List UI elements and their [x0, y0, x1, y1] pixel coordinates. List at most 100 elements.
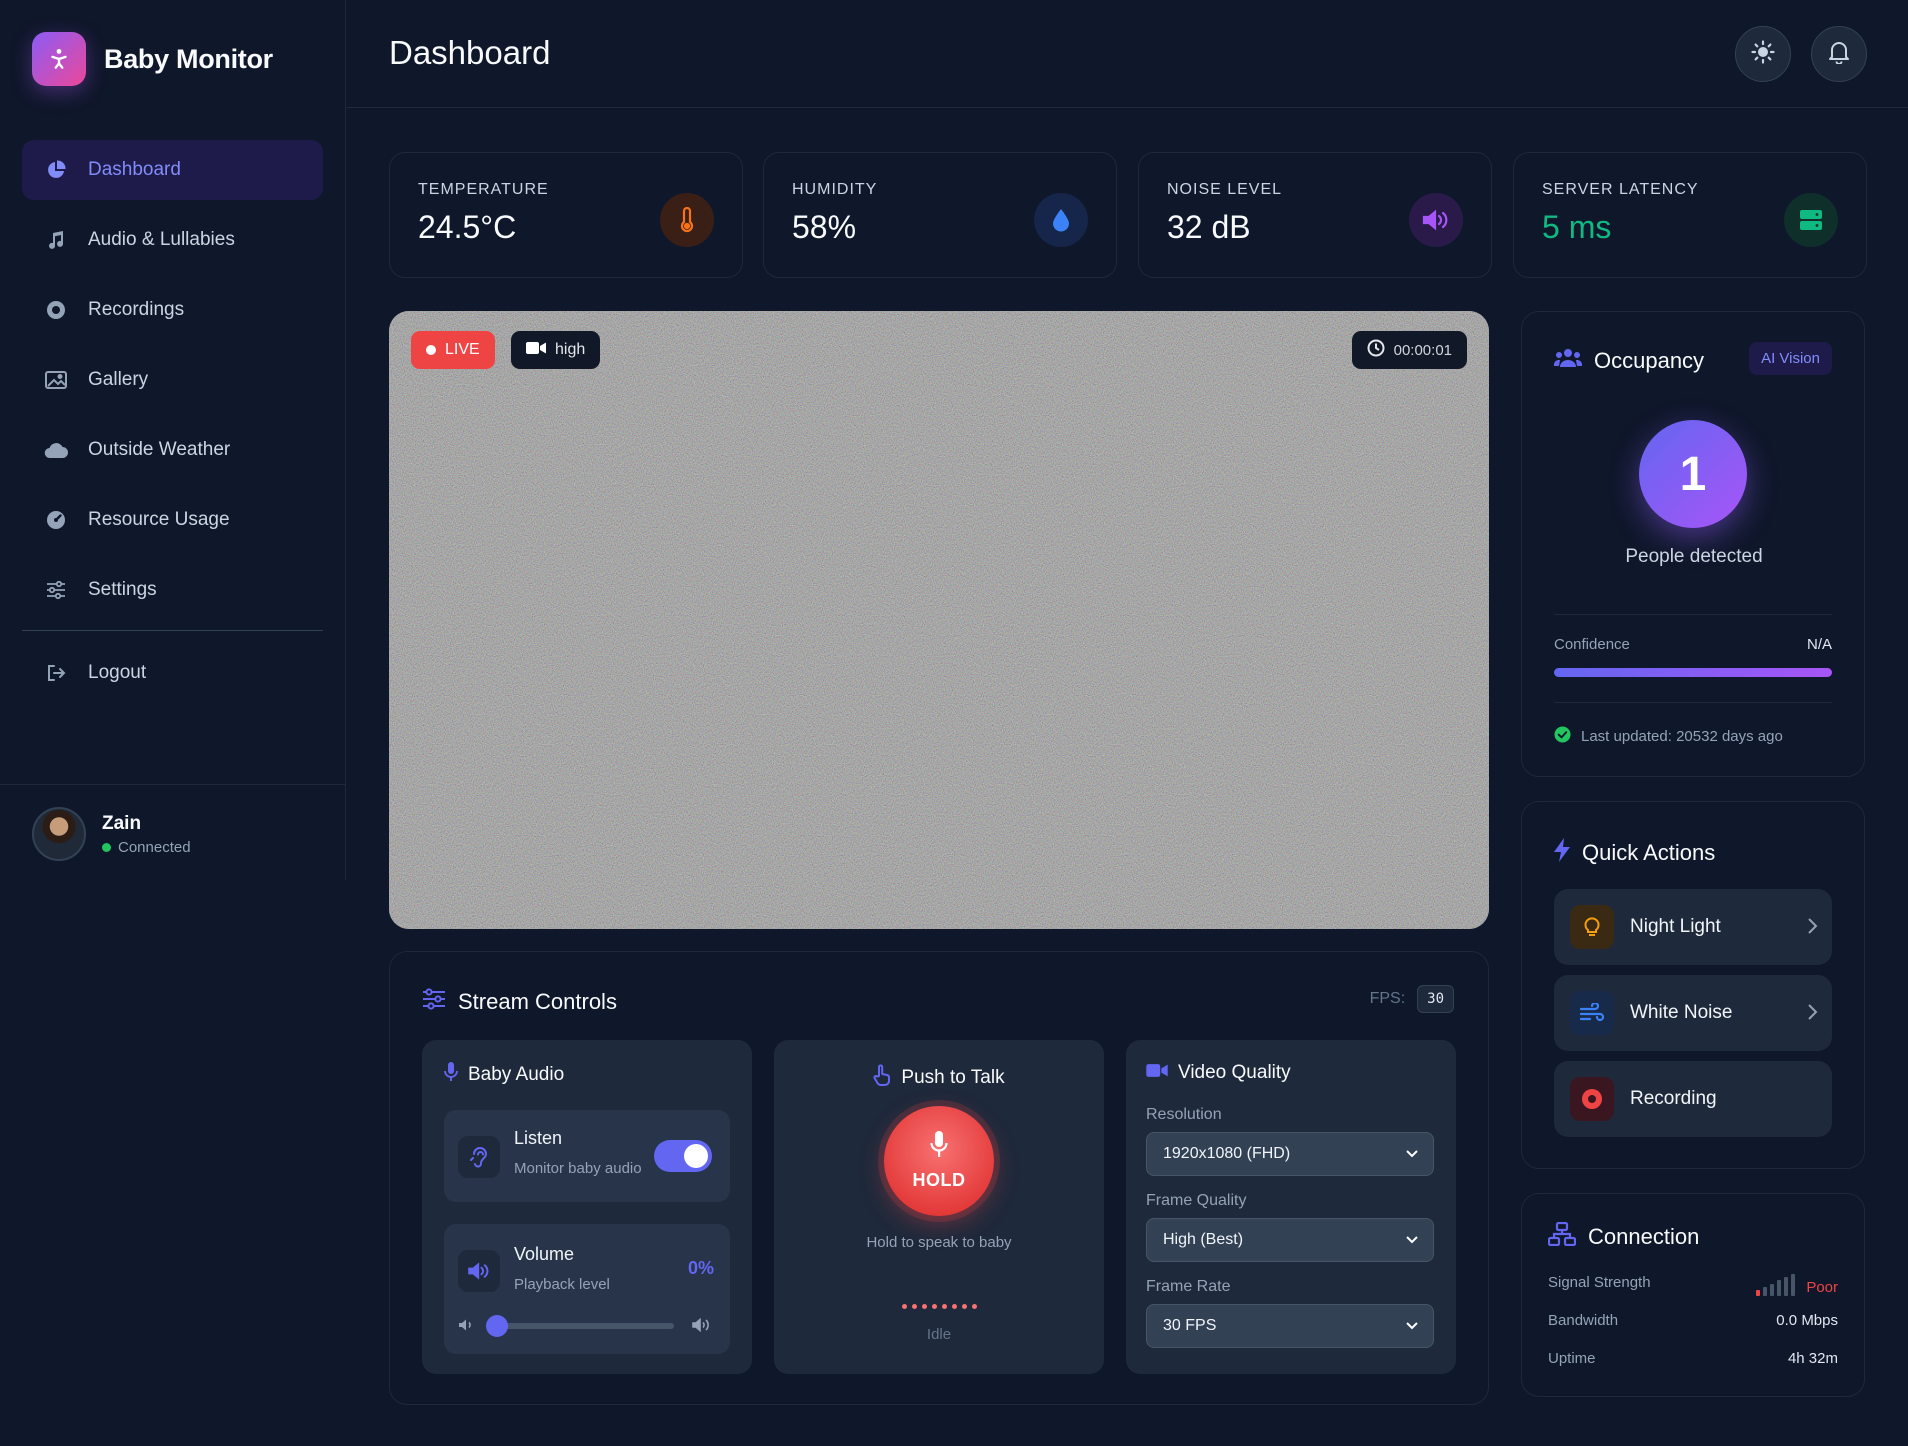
sidebar-item-resource-usage[interactable]: Resource Usage [22, 490, 323, 550]
stat-card-noise-level: NOISE LEVEL 32 dB [1138, 152, 1492, 278]
gauge-icon [44, 508, 68, 532]
divider [1554, 702, 1832, 703]
occupancy-title-text: Occupancy [1594, 348, 1705, 373]
quality-label: high [555, 341, 586, 358]
sidebar-item-recordings[interactable]: Recordings [22, 280, 323, 340]
record-icon [44, 298, 68, 322]
white-noise-label: White Noise [1630, 1002, 1733, 1023]
confidence-bar [1554, 668, 1832, 677]
volume-slider[interactable] [486, 1315, 674, 1337]
frame-rate-select[interactable]: 30 FPS [1146, 1304, 1434, 1348]
sidebar-item-label: Audio & Lullabies [88, 229, 235, 250]
stat-card-server-latency: SERVER LATENCY 5 ms [1513, 152, 1867, 278]
notifications-button[interactable] [1811, 26, 1867, 82]
clock-icon [1367, 339, 1385, 361]
stream-timer: 00:00:01 [1351, 331, 1467, 369]
push-to-talk-title-text: Push to Talk [901, 1067, 1005, 1088]
lightning-icon [1554, 838, 1570, 868]
uptime-label: Uptime [1548, 1350, 1596, 1367]
sidebar-item-outside-weather[interactable]: Outside Weather [22, 420, 323, 480]
video-stream[interactable]: LIVE high 00:00:01 [389, 311, 1489, 929]
chevron-right-icon [1806, 916, 1818, 942]
fps-indicator: FPS: 30 [1370, 985, 1454, 1013]
hold-to-talk-button[interactable]: HOLD [884, 1106, 994, 1216]
logout-icon [44, 661, 68, 685]
ai-vision-badge: AI Vision [1749, 342, 1832, 375]
stat-label: HUMIDITY [792, 181, 878, 198]
occupancy-title: Occupancy [1553, 348, 1705, 374]
volume-sublabel: Playback level [514, 1276, 610, 1293]
uptime-row: Uptime 4h 32m [1548, 1350, 1838, 1367]
audio-level-dots [774, 1304, 1104, 1309]
baby-audio-card: Baby Audio Listen Monitor baby audio Vol… [422, 1040, 752, 1374]
volume-low-icon [458, 1318, 474, 1337]
volume-label: Volume [514, 1244, 575, 1264]
pie-chart-icon [44, 158, 68, 182]
frame-quality-value: High (Best) [1163, 1231, 1244, 1248]
signal-strength-value: Poor [1806, 1278, 1838, 1296]
stat-label: NOISE LEVEL [1167, 181, 1283, 198]
chevron-down-icon [1405, 1317, 1419, 1338]
sidebar-item-label: Settings [88, 579, 157, 600]
quick-actions-title-text: Quick Actions [1582, 840, 1716, 865]
listen-toggle[interactable] [654, 1140, 712, 1172]
bell-icon [1828, 40, 1850, 69]
bandwidth-value: 0.0 Mbps [1776, 1312, 1838, 1329]
signal-strength-label: Signal Strength [1548, 1274, 1651, 1291]
last-updated-text: Last updated: 20532 days ago [1581, 728, 1783, 745]
bandwidth-row: Bandwidth 0.0 Mbps [1548, 1312, 1838, 1329]
sidebar-divider [22, 630, 323, 631]
connection-title: Connection [1547, 1221, 1699, 1252]
sidebar-item-dashboard[interactable]: Dashboard [22, 140, 323, 200]
network-icon [1547, 1221, 1577, 1252]
confidence-row: Confidence N/A [1554, 636, 1832, 653]
signal-strength-value-group: Poor [1756, 1274, 1838, 1300]
video-quality-title: Video Quality [1146, 1062, 1291, 1084]
occupancy-panel: Occupancy AI Vision 1 People detected Co… [1521, 311, 1865, 777]
image-icon [44, 368, 68, 392]
white-noise-button[interactable]: White Noise [1554, 975, 1832, 1051]
page-title: Dashboard [389, 34, 551, 71]
push-to-talk-card: Push to Talk HOLD Hold to speak to baby … [774, 1040, 1104, 1374]
sidebar-item-audio-lullabies[interactable]: Audio & Lullabies [22, 210, 323, 270]
frame-rate-value: 30 FPS [1163, 1317, 1217, 1334]
confidence-value: N/A [1806, 636, 1832, 653]
video-quality-title-text: Video Quality [1178, 1062, 1291, 1083]
chevron-down-icon [1405, 1231, 1419, 1252]
baby-logo-icon [32, 32, 86, 86]
recording-label: Recording [1630, 1088, 1717, 1109]
user-profile[interactable]: Zain Connected [0, 784, 346, 883]
night-light-button[interactable]: Night Light [1554, 889, 1832, 965]
connection-panel: Connection Signal Strength Poor Bandwidt… [1521, 1193, 1865, 1397]
frame-quality-select[interactable]: High (Best) [1146, 1218, 1434, 1262]
sidebar: Baby Monitor Dashboard Audio & Lullabies… [0, 0, 346, 880]
theme-toggle-button[interactable] [1735, 26, 1791, 82]
night-light-label: Night Light [1630, 916, 1721, 937]
volume-value: 0% [687, 1258, 714, 1278]
baby-audio-title-text: Baby Audio [468, 1064, 565, 1085]
push-to-talk-title: Push to Talk [774, 1064, 1104, 1092]
sidebar-item-gallery[interactable]: Gallery [22, 350, 323, 410]
hand-pointer-icon [873, 1064, 891, 1092]
user-status: Connected [102, 839, 191, 856]
quick-actions-panel: Quick Actions Night Light White Noise Re… [1521, 801, 1865, 1169]
video-quality-card: Video Quality Resolution 1920x1080 (FHD)… [1126, 1040, 1456, 1374]
sidebar-item-settings[interactable]: Settings [22, 560, 323, 620]
quality-badge: high [511, 331, 601, 369]
user-status-text: Connected [118, 838, 191, 856]
fps-label: FPS: [1369, 990, 1406, 1007]
logout-button[interactable]: Logout [22, 643, 323, 703]
stat-label: TEMPERATURE [418, 181, 549, 198]
uptime-value: 4h 32m [1787, 1350, 1838, 1367]
listen-sublabel: Monitor baby audio [514, 1160, 642, 1177]
resolution-select[interactable]: 1920x1080 (FHD) [1146, 1132, 1434, 1176]
listen-row: Listen Monitor baby audio [444, 1110, 730, 1202]
recording-button[interactable]: Recording [1554, 1061, 1832, 1137]
push-to-talk-hint: Hold to speak to baby [866, 1234, 1012, 1251]
stream-controls-title-text: Stream Controls [458, 989, 617, 1014]
volume-slider-handle[interactable] [486, 1315, 508, 1337]
volume-row: Volume Playback level 0% [444, 1224, 730, 1354]
live-label: LIVE [445, 341, 480, 358]
video-camera-icon [1146, 1062, 1168, 1084]
fps-value: 30 [1417, 985, 1454, 1013]
